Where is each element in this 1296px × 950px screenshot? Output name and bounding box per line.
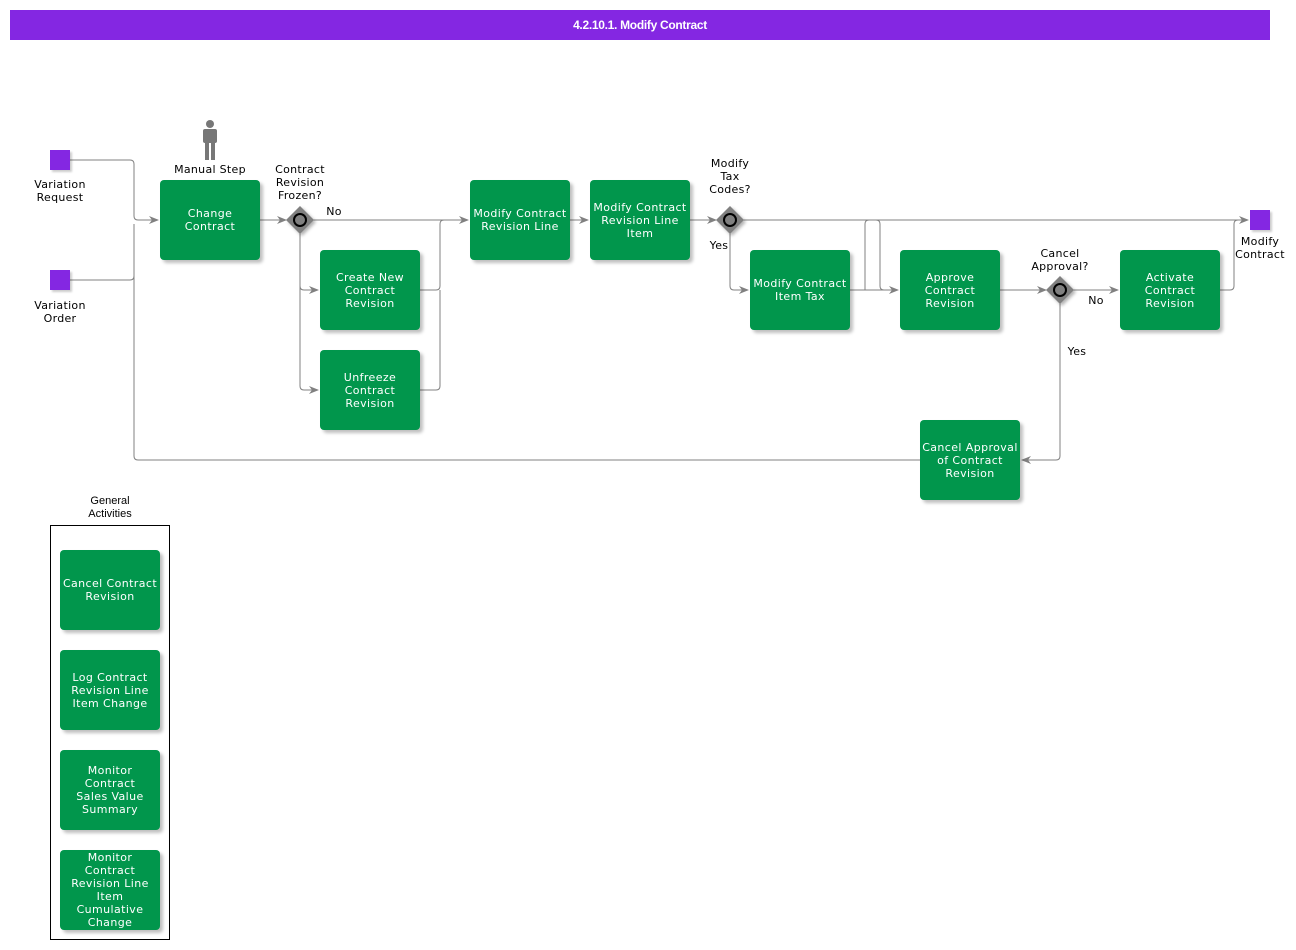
flow-variation-order [70,224,135,281]
flow-gw2-yes [729,231,749,294]
end-event-modify-contract-label: Modify Contract [1235,235,1285,261]
flow-create-merge [420,219,445,291]
flow-gw1-create [299,231,319,294]
task-unfreeze-contract-revision[interactable]: Unfreeze Contract Revision [320,350,420,430]
start-event-variation-order-label: Variation Order [34,299,86,325]
task-modify-contract-item-tax[interactable]: Modify Contract Item Tax [750,250,850,330]
gateway-modify-tax-codes-question: Modify Tax Codes? [709,157,751,196]
manual-step-label: Manual Step [174,163,246,176]
gateway-contract-revision-frozen [286,206,314,234]
general-activity-monitor-contract-revision-line-item-cumulative-change[interactable]: Monitor Contract Revision Line Item Cumu… [60,850,160,930]
task-change-contract[interactable]: Change Contract [160,180,260,260]
flow-unfreeze-merge [420,290,441,391]
gateway-contract-revision-frozen-no-label: No [326,205,342,218]
end-event-modify-contract[interactable] [1250,210,1270,230]
gateway-cancel-approval-yes-label: Yes [1067,345,1087,358]
gateway-modify-tax-codes-yes-label: Yes [709,239,729,252]
task-approve-contract-revision[interactable]: Approve Contract Revision [900,250,1000,330]
task-create-new-contract-revision[interactable]: Create New Contract Revision [320,250,420,330]
general-activity-log-contract-revision-line-item-change[interactable]: Log Contract Revision Line Item Change [60,650,160,730]
gateway-modify-tax-codes [716,206,744,234]
general-activity-monitor-contract-sales-value-summary[interactable]: Monitor Contract Sales Value Summary [60,750,160,830]
general-activity-cancel-contract-revision[interactable]: Cancel Contract Revision [60,550,160,630]
task-modify-contract-revision-line-item[interactable]: Modify Contract Revision Line Item [590,180,690,260]
person-icon [203,120,217,160]
general-activities-label: General Activities [88,495,132,520]
task-activate-contract-revision[interactable]: Activate Contract Revision [1120,250,1220,330]
gateway-cancel-approval-question: Cancel Approval? [1031,247,1089,273]
start-event-variation-order[interactable] [50,270,70,290]
start-event-variation-request[interactable] [50,150,70,170]
connectors [70,120,1249,464]
task-modify-contract-revision-line[interactable]: Modify Contract Revision Line [470,180,570,260]
flow-gw1-unfreeze [299,286,319,394]
flow-top-to-approve [875,219,885,291]
task-cancel-approval-of-contract-revision[interactable]: Cancel Approval of Contract Revision [920,420,1020,500]
flow-tax-branch-up [864,219,870,290]
gateway-cancel-approval [1046,276,1074,304]
start-event-variation-request-label: Variation Request [34,178,86,204]
flow-gw3-yes [1021,301,1061,464]
gateway-contract-revision-frozen-question: Contract Revision Frozen? [275,163,325,202]
gateway-cancel-approval-no-label: No [1088,294,1104,307]
